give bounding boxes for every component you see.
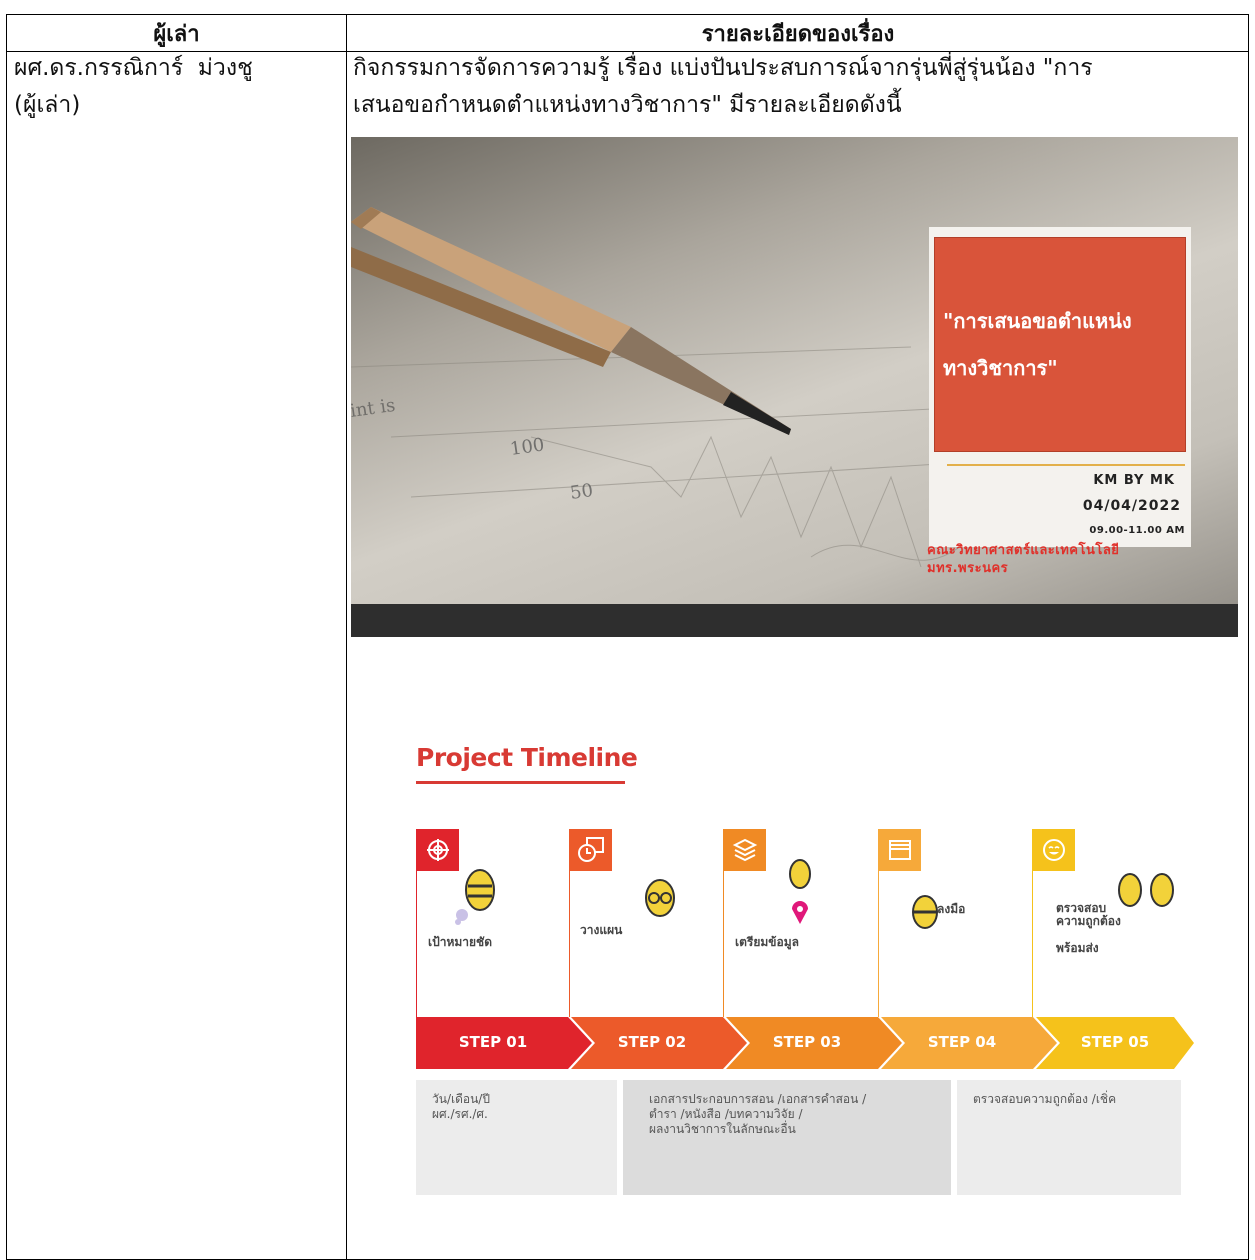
cover-title-line-1: "การเสนอขอตำแหน่ง [943,309,1132,333]
story-text: กิจกรรมการจัดการความรู้ เรื่อง แบ่งปันปร… [353,50,1233,124]
story-line-1: กิจกรรมการจัดการความรู้ เรื่อง แบ่งปันปร… [353,55,1093,81]
bee-mascot-2 [645,879,675,917]
step-5-caption-line-2: ความถูกต้อง [1056,914,1121,928]
note-2-line-1: เอกสารประกอบการสอน /เอกสารคำสอน / [649,1092,867,1106]
event-time: 09.00-11.00 AM [1089,525,1185,536]
svg-text:50: 50 [569,480,595,504]
column-divider [346,15,347,1259]
title-panel: "การเสนอขอตำแหน่ง ทางวิชาการ" [934,237,1186,452]
step-4-label: STEP 04 [927,1033,997,1051]
step-5-label: STEP 05 [1080,1033,1150,1051]
svg-text:int is: int is [351,395,397,422]
timeline-title-underline [416,781,625,784]
calendar-clock-icon [569,829,612,871]
cover-title: "การเสนอขอตำแหน่ง ทางวิชาการ" [943,298,1179,392]
cover-title-line-2: ทางวิชาการ" [943,356,1058,380]
narrator-name: ผศ.ดร.กรรณิการ์ ม่วงชู [14,55,253,81]
narrator-role: (ผู้เล่า) [14,92,81,118]
note-1-line-2: ผศ./รศ./ศ. [432,1107,488,1121]
narrator-cell: ผศ.ดร.กรรณิการ์ ม่วงชู (ผู้เล่า) [14,50,334,124]
story-line-2: เสนอขอกำหนดตำแหน่งทางวิชาการ" มีรายละเอี… [353,92,902,118]
note-box-3: ตรวจสอบความถูกต้อง /เชิ่ค [957,1080,1181,1195]
books-icon [723,829,766,871]
header-details: รายละเอียดของเรื่อง [701,21,895,47]
step-2-label: STEP 02 [617,1033,687,1051]
faculty-line-2: มทร.พระนคร [927,561,1009,576]
cover-image: 100 50 int is "การเสนอขอตำแหน่ง ทางวิชาก… [351,137,1238,637]
cover-bottom-bar [351,604,1238,637]
step-3-caption: เตรียมข้อมูล [735,935,799,949]
bee-mascot-1 [455,869,495,925]
note-2-line-3: ผลงานวิชาการในลักษณะอื่น [649,1122,796,1136]
step-5-caption-line-3: พร้อมส่ง [1056,941,1099,955]
faculty-text: คณะวิทยาศาสตร์และเทคโนโลยี มทร.พระนคร [927,542,1119,578]
bee-mascot-3 [789,859,811,924]
header-narrator: ผู้เล่า [153,21,200,47]
cover-title-card: "การเสนอขอตำแหน่ง ทางวิชาการ" KM BY MK 0… [929,227,1191,547]
event-date: 04/04/2022 [1082,498,1181,514]
step-4-caption: ลงมือ [937,902,966,916]
note-2-line-2: ตำรา /หนังสือ /บทความวิจัย / [649,1107,803,1121]
note-1-line-1: วัน/เดือน/ปี [432,1092,490,1106]
note-box-2: เอกสารประกอบการสอน /เอกสารคำสอน / ตำรา /… [623,1080,951,1195]
smile-icon [1032,829,1075,871]
bee-mascot-5 [1118,873,1174,907]
svg-text:100: 100 [509,434,546,460]
step-5-caption: ตรวจสอบ ความถูกต้อง พร้อมส่ง [1056,902,1121,955]
step-1-label: STEP 01 [458,1033,528,1051]
km-label: KM BY MK [1093,473,1175,488]
step-3-label: STEP 03 [772,1033,842,1051]
timeline-title: Project Timeline [416,743,638,772]
step-1-caption: เป้าหมายชัด [428,935,492,949]
clapperboard-icon [878,829,921,871]
note-box-1: วัน/เดือน/ปี ผศ./รศ./ศ. [416,1080,617,1195]
faculty-line-1: คณะวิทยาศาสตร์และเทคโนโลยี [927,543,1120,558]
note-3-line-1: ตรวจสอบความถูกต้อง /เชิ่ค [973,1092,1117,1106]
accent-line [947,464,1185,466]
step-2-caption: วางแผน [580,923,623,937]
